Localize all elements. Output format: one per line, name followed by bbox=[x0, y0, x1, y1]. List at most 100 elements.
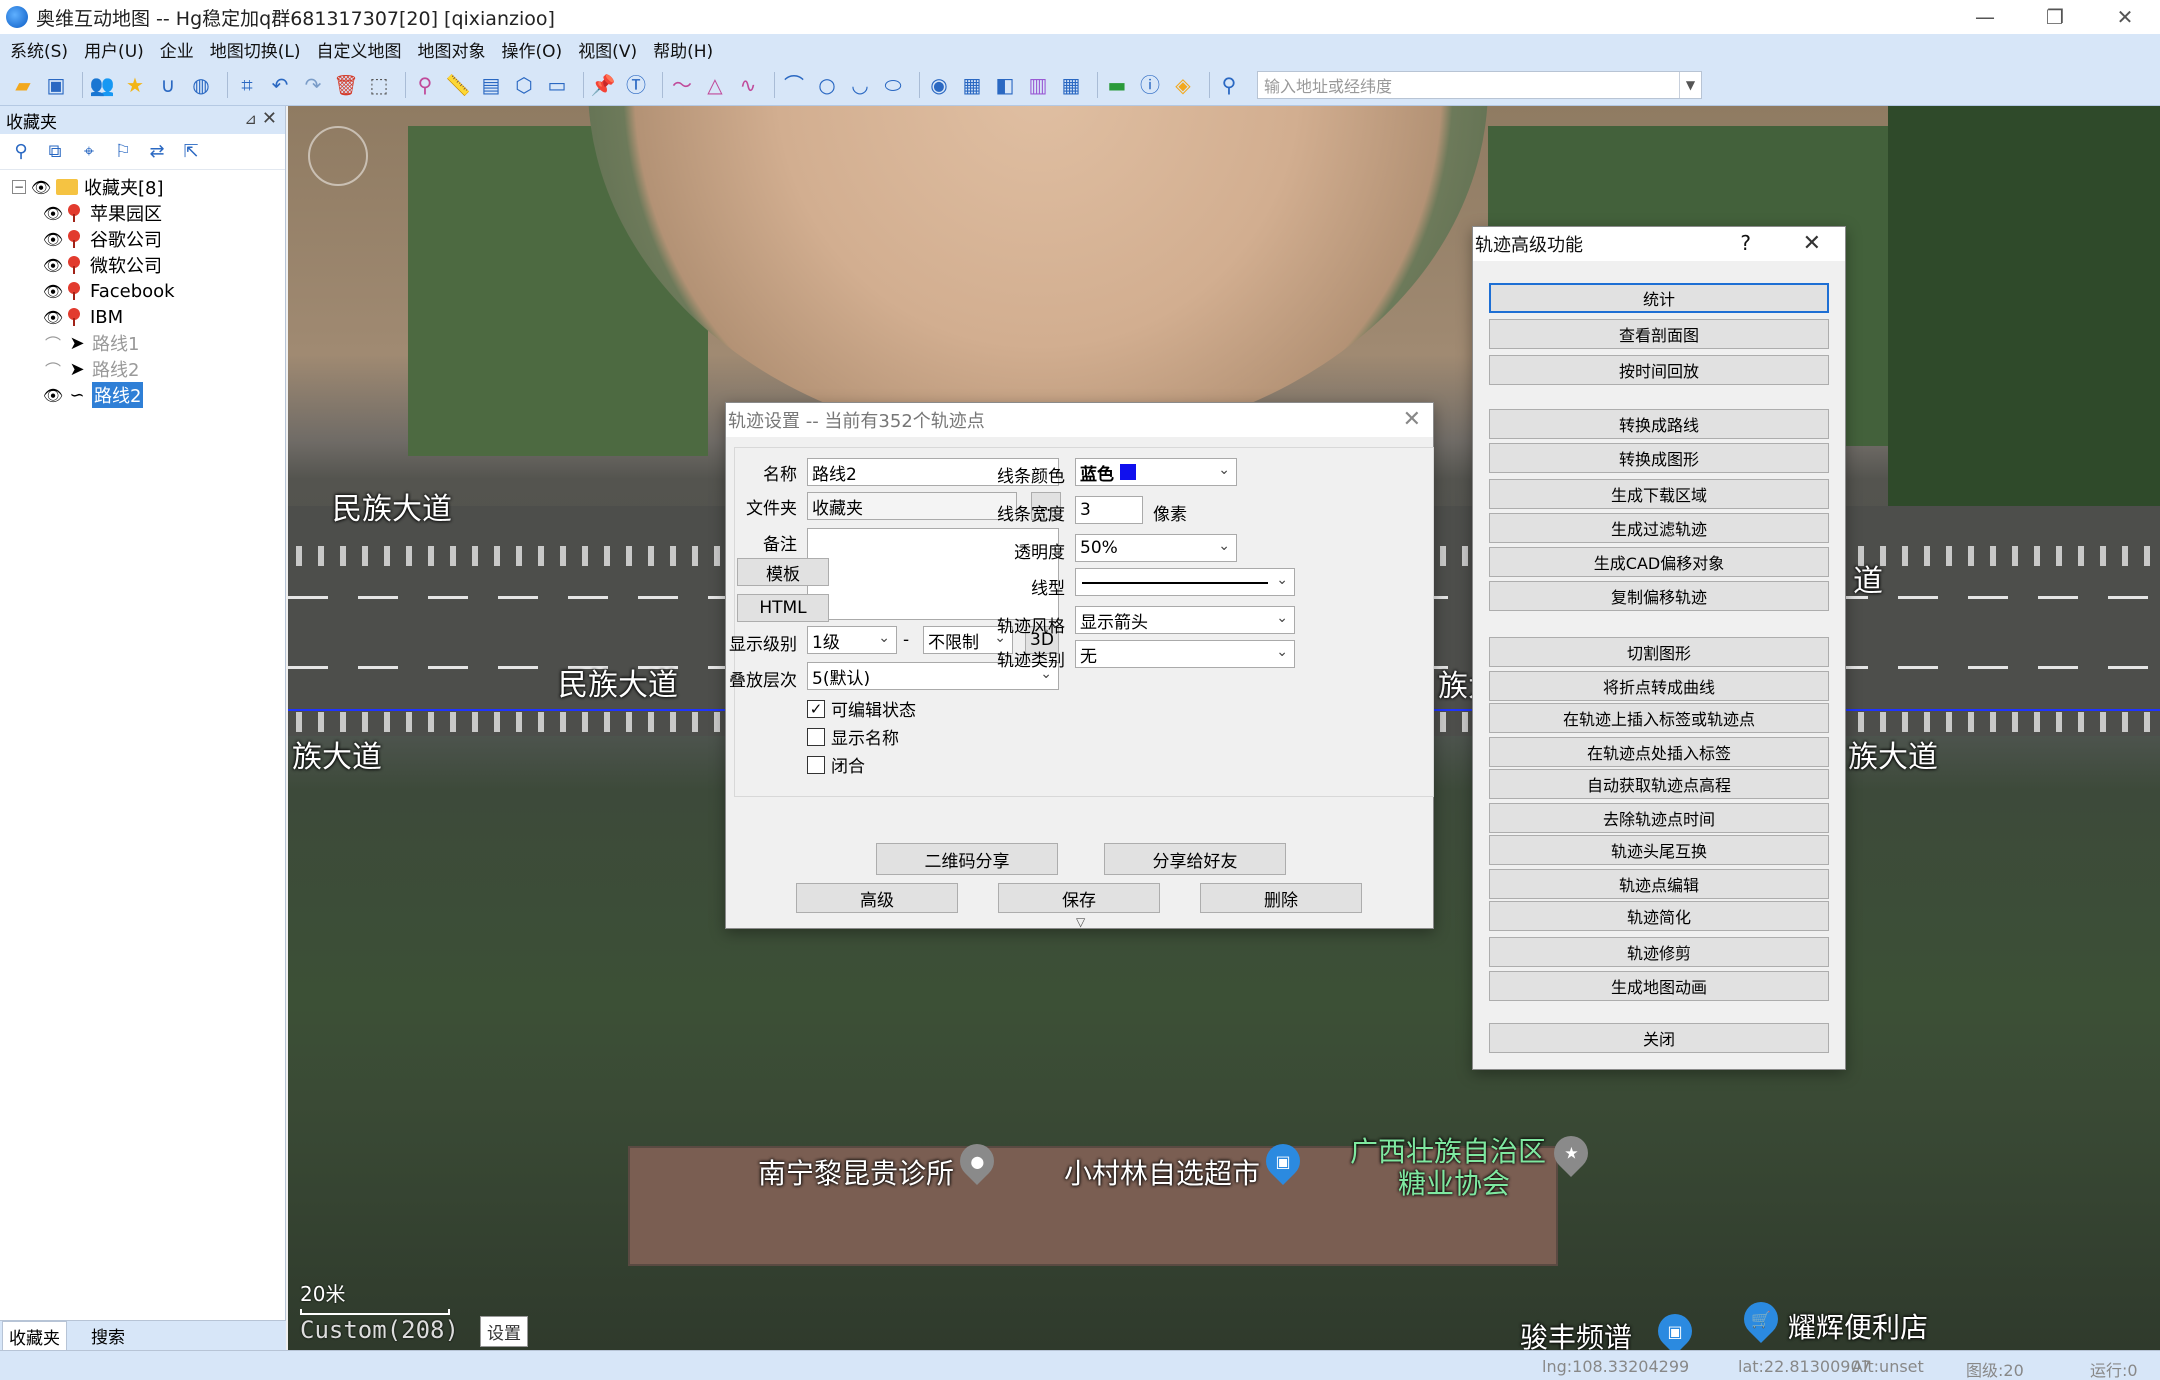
arc-open-icon[interactable]: ◡ bbox=[847, 72, 873, 98]
tree-item-route2[interactable]: ⌒ ➤ 路线2 bbox=[42, 356, 285, 382]
reverse-track-button[interactable]: 轨迹头尾互换 bbox=[1489, 835, 1829, 865]
undo-icon[interactable]: ↶ bbox=[267, 72, 293, 98]
redo-icon[interactable]: ↷ bbox=[300, 72, 326, 98]
share-friend-button[interactable]: 分享给好友 bbox=[1104, 843, 1286, 875]
display-level-min-select[interactable]: 1级 ⌄ bbox=[807, 626, 897, 654]
address-search-input[interactable]: 输入地址或经纬度 ▼ bbox=[1257, 70, 1702, 99]
triangle-icon[interactable]: △ bbox=[702, 72, 728, 98]
visibility-eye-icon[interactable]: 👁 bbox=[30, 178, 52, 197]
download-area-button[interactable]: 生成下载区域 bbox=[1489, 479, 1829, 509]
hidden-eye-icon[interactable]: ⌒ bbox=[42, 331, 64, 355]
calendar-icon[interactable]: ▦ bbox=[1058, 72, 1084, 98]
menu-map-switch[interactable]: 地图切换(L) bbox=[210, 37, 301, 62]
poi-clinic-marker-icon[interactable]: ● bbox=[952, 1136, 1002, 1186]
route-u-icon[interactable]: ∪ bbox=[155, 72, 181, 98]
circle-icon[interactable]: ○ bbox=[814, 72, 840, 98]
editable-checkbox-box[interactable]: ✓ bbox=[807, 699, 825, 718]
close-icon[interactable]: ✕ bbox=[1803, 231, 1821, 256]
track-category-select[interactable]: 无 ⌄ bbox=[1075, 640, 1295, 668]
auto-elevation-button[interactable]: 自动获取轨迹点高程 bbox=[1489, 769, 1829, 799]
template-button[interactable]: 模板 bbox=[737, 558, 829, 586]
curve-icon[interactable]: ∿ bbox=[735, 72, 761, 98]
convert-shape-button[interactable]: 转换成图形 bbox=[1489, 443, 1829, 473]
qr-share-button[interactable]: 二维码分享 bbox=[876, 843, 1058, 875]
show-name-checkbox-box[interactable] bbox=[807, 727, 825, 746]
layers-3d-icon[interactable]: ◍ bbox=[188, 72, 214, 98]
info-icon[interactable]: ⓘ bbox=[1137, 72, 1163, 98]
hidden-eye-icon[interactable]: ⌒ bbox=[42, 357, 64, 381]
poi-shop-label[interactable]: 骏丰频谱 bbox=[1520, 1316, 1632, 1350]
visibility-eye-icon[interactable]: 👁 bbox=[42, 282, 64, 301]
route-icon[interactable]: ⇄ bbox=[146, 141, 168, 163]
tree-item-apple-park[interactable]: 👁 苹果园区 bbox=[42, 200, 285, 226]
poi-supermarket-label[interactable]: 小村林自选超市 bbox=[1064, 1152, 1260, 1192]
delete-icon[interactable]: 🗑 bbox=[333, 72, 359, 98]
book-icon[interactable]: ▥ bbox=[1025, 72, 1051, 98]
visibility-eye-icon[interactable]: 👁 bbox=[42, 230, 64, 249]
crop-icon[interactable]: ⌗ bbox=[234, 72, 260, 98]
measure-area-icon[interactable]: ▤ bbox=[478, 72, 504, 98]
open-folder-icon[interactable]: ▰ bbox=[10, 72, 36, 98]
menu-custom-map[interactable]: 自定义地图 bbox=[317, 37, 402, 62]
advanced-button[interactable]: 高级 bbox=[796, 883, 958, 913]
save-icon[interactable]: ▣ bbox=[43, 72, 69, 98]
poi-star-marker-icon[interactable]: ★ bbox=[1546, 1128, 1596, 1178]
search-icon[interactable]: ⚲ bbox=[10, 141, 32, 163]
compass-icon[interactable] bbox=[308, 126, 368, 186]
tree-item-google[interactable]: 👁 谷歌公司 bbox=[42, 226, 285, 252]
line-color-select[interactable]: 蓝色 ⌄ bbox=[1075, 458, 1237, 486]
menu-operations[interactable]: 操作(O) bbox=[502, 37, 563, 62]
tree-item-track2[interactable]: 👁 ∽ 路线2 bbox=[42, 382, 285, 408]
filter-track-button[interactable]: 生成过滤轨迹 bbox=[1489, 513, 1829, 543]
tree-root[interactable]: − 👁 收藏夹[8] bbox=[0, 174, 285, 200]
line-type-select[interactable]: ⌄ bbox=[1075, 568, 1295, 596]
poi-cart-marker-icon[interactable]: 🛒 bbox=[1736, 1294, 1786, 1344]
poi-association-label[interactable]: 糖业协会 bbox=[1398, 1162, 1510, 1202]
insert-label-point-button[interactable]: 在轨迹上插入标签或轨迹点 bbox=[1489, 703, 1829, 733]
globe-icon[interactable]: ◉ bbox=[926, 72, 952, 98]
cut-shape-button[interactable]: 切割图形 bbox=[1489, 637, 1829, 667]
users-icon[interactable]: 👥 bbox=[89, 72, 115, 98]
tab-search[interactable]: 搜索 bbox=[91, 1323, 125, 1348]
vip-icon[interactable]: ◈ bbox=[1170, 72, 1196, 98]
map-fold-icon[interactable]: ◧ bbox=[992, 72, 1018, 98]
editable-checkbox[interactable]: ✓ 可编辑状态 bbox=[807, 696, 916, 721]
arc-icon[interactable]: ⌒ bbox=[781, 72, 807, 98]
save-button[interactable]: 保存 bbox=[998, 883, 1160, 913]
favorites-star-icon[interactable]: ★ bbox=[122, 72, 148, 98]
collapse-icon[interactable]: − bbox=[12, 180, 26, 194]
line-width-field[interactable]: 3 bbox=[1075, 496, 1143, 524]
cad-offset-button[interactable]: 生成CAD偏移对象 bbox=[1489, 547, 1829, 577]
poi-clinic-label[interactable]: 南宁黎昆贵诊所 bbox=[758, 1152, 954, 1192]
visibility-eye-icon[interactable]: 👁 bbox=[42, 204, 64, 223]
text-tool-icon[interactable]: Ⓣ bbox=[623, 72, 649, 98]
close-window-button[interactable]: ✕ bbox=[2090, 0, 2160, 34]
delete-button[interactable]: 删除 bbox=[1200, 883, 1362, 913]
polyline-icon[interactable]: 〜 bbox=[669, 72, 695, 98]
show-name-checkbox[interactable]: 显示名称 bbox=[807, 724, 899, 749]
visibility-eye-icon[interactable]: 👁 bbox=[42, 308, 64, 327]
menu-user[interactable]: 用户(U) bbox=[84, 37, 144, 62]
ellipse-icon[interactable]: ⬭ bbox=[880, 72, 906, 98]
closed-checkbox-box[interactable] bbox=[807, 755, 825, 774]
menu-map-objects[interactable]: 地图对象 bbox=[418, 37, 486, 62]
minimize-button[interactable]: — bbox=[1950, 0, 2020, 34]
profile-view-button[interactable]: 查看剖面图 bbox=[1489, 319, 1829, 349]
tree-item-microsoft[interactable]: 👁 微软公司 bbox=[42, 252, 285, 278]
tree-item-facebook[interactable]: 👁 Facebook bbox=[42, 278, 285, 304]
copy-offset-button[interactable]: 复制偏移轨迹 bbox=[1489, 581, 1829, 611]
poi-store-label[interactable]: 耀辉便利店 bbox=[1788, 1306, 1928, 1346]
close-icon[interactable]: ✕ bbox=[1403, 407, 1421, 432]
poi-shopping-bag-icon[interactable]: ▣ bbox=[1650, 1306, 1700, 1350]
polygon-icon[interactable]: ⬡ bbox=[511, 72, 537, 98]
tree-item-route1[interactable]: ⌒ ➤ 路线1 bbox=[42, 330, 285, 356]
to-curve-button[interactable]: 将折点转成曲线 bbox=[1489, 671, 1829, 701]
statistics-button[interactable]: 统计 bbox=[1489, 283, 1829, 313]
pin-icon[interactable]: ⚐ bbox=[112, 141, 134, 163]
chat-icon[interactable]: ▬ bbox=[1104, 72, 1130, 98]
menu-help[interactable]: 帮助(H) bbox=[653, 37, 713, 62]
pin-tool-icon[interactable]: 📌 bbox=[590, 72, 616, 98]
camera-icon[interactable]: ▭ bbox=[544, 72, 570, 98]
simplify-track-button[interactable]: 轨迹简化 bbox=[1489, 901, 1829, 931]
track-style-select[interactable]: 显示箭头 ⌄ bbox=[1075, 606, 1295, 634]
